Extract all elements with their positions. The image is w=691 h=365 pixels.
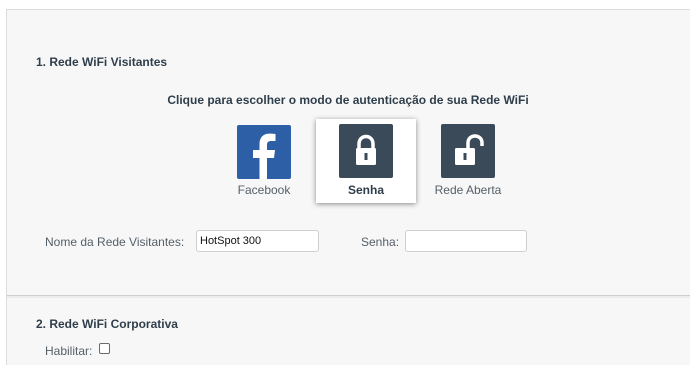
password-input[interactable] [405, 230, 527, 252]
network-name-input[interactable] [196, 230, 319, 252]
password-label: Senha: [361, 235, 400, 249]
enable-checkbox[interactable] [99, 343, 110, 354]
auth-option-password-label: Senha [347, 183, 384, 197]
auth-option-open-network[interactable]: Rede Aberta [418, 119, 518, 203]
enable-label: Habilitar: [45, 344, 93, 358]
facebook-icon [237, 125, 291, 179]
auth-option-password[interactable]: Senha [316, 119, 416, 203]
guest-wifi-title: 1. Rede WiFi Visitantes [36, 55, 168, 69]
auth-option-open-network-label: Rede Aberta [434, 183, 502, 197]
corporate-wifi-section [7, 298, 690, 365]
auth-option-facebook[interactable]: Facebook [214, 119, 314, 203]
lock-closed-icon [339, 124, 393, 178]
corporate-wifi-title: 2. Rede WiFi Corporativa [36, 317, 178, 331]
auth-mode-instruction: Clique para escolher o modo de autentica… [167, 93, 529, 107]
lock-open-icon [441, 124, 495, 178]
auth-option-facebook-label: Facebook [237, 183, 291, 197]
network-name-label: Nome da Rede Visitantes: [45, 235, 185, 249]
